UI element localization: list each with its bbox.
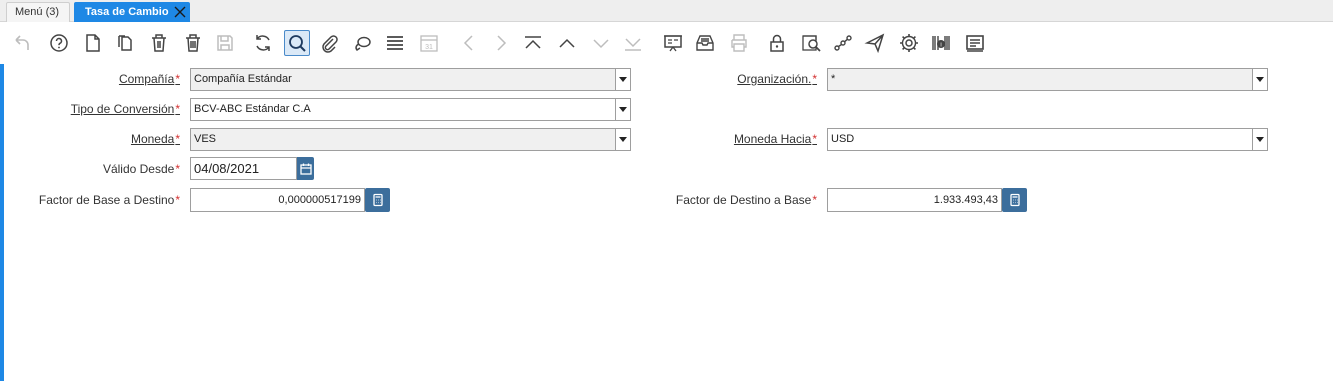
required-marker: * [175,102,180,116]
compania-label-text: Compañía [118,72,175,86]
tipo-conversion-field[interactable]: BCV-ABC Estándar C.A [190,98,631,121]
print-icon[interactable] [726,30,752,56]
first-record-icon[interactable] [520,30,546,56]
factor-base-destino-label-text: Factor de Base a Destino [38,193,175,207]
svg-text:i: i [940,43,941,49]
organizacion-label-text: Organización. [737,72,812,86]
document-icon[interactable] [962,30,988,56]
process-icon[interactable] [896,30,922,56]
organizacion-field[interactable]: * [827,68,1268,91]
required-marker: * [175,162,180,176]
workflow-icon[interactable] [830,30,856,56]
new-record-icon[interactable] [80,30,106,56]
required-marker: * [812,193,817,207]
toolbar: 31 i [0,22,1333,64]
compania-field[interactable]: Compañía Estándar [190,68,631,91]
save-icon[interactable] [212,30,238,56]
moneda-value: VES [194,133,217,145]
refresh-icon[interactable] [250,30,276,56]
undo-icon[interactable] [8,30,34,56]
attachment-icon[interactable] [316,30,342,56]
left-accent-bar [0,64,4,381]
factor-base-destino-input[interactable]: 0,000000517199 [190,188,365,212]
factor-destino-base-value: 1.933.493,43 [933,194,998,206]
factor-base-destino-value: 0,000000517199 [278,194,361,206]
send-icon[interactable] [862,30,888,56]
chevron-down-icon[interactable] [615,129,630,150]
valido-desde-value: 04/08/2021 [194,161,260,176]
chevron-down-icon[interactable] [1252,129,1267,150]
required-marker: * [812,132,817,146]
chevron-down-icon[interactable] [1252,69,1267,90]
delete-icon[interactable] [146,30,172,56]
lock-icon[interactable] [764,30,790,56]
archive-icon[interactable] [692,30,718,56]
moneda-hacia-field[interactable]: USD [827,128,1268,151]
required-marker: * [175,132,180,146]
moneda-label-text: Moneda [130,132,175,146]
help-icon[interactable] [46,30,72,56]
date-picker-button[interactable] [297,157,314,180]
product-info-icon[interactable]: i [928,30,954,56]
next-record-icon[interactable] [588,30,614,56]
chat-icon[interactable] [350,30,376,56]
valido-desde-label: Válido Desde* [20,159,180,179]
delete-selection-icon[interactable] [180,30,206,56]
zoom-across-icon[interactable] [798,30,824,56]
valido-desde-label-text: Válido Desde [102,162,175,176]
tab-menu[interactable]: Menú (3) [6,2,70,22]
calculator-button[interactable] [365,188,390,212]
svg-text:31: 31 [425,44,433,51]
organizacion-value: * [831,73,836,85]
calculator-icon [372,193,383,207]
tipo-conversion-label-text: Tipo de Conversión [70,102,175,116]
factor-destino-base-label-text: Factor de Destino a Base [675,193,812,207]
find-icon[interactable] [284,30,310,56]
last-record-icon[interactable] [620,30,646,56]
moneda-hacia-label-text: Moneda Hacia [733,132,812,146]
tab-tasa-de-cambio[interactable]: Tasa de Cambio [74,2,190,22]
compania-value: Compañía Estándar [194,73,292,85]
tipo-conversion-value: BCV-ABC Estándar C.A [194,103,311,115]
moneda-hacia-value: USD [831,133,855,145]
moneda-label[interactable]: Moneda* [20,129,180,149]
tipo-conversion-label[interactable]: Tipo de Conversión* [20,99,180,119]
prev-icon[interactable] [456,30,482,56]
next-icon[interactable] [488,30,514,56]
chevron-down-icon[interactable] [615,99,630,120]
close-icon[interactable] [173,5,187,19]
tab-bar: Menú (3) Tasa de Cambio [0,0,1333,22]
moneda-field[interactable]: VES [190,128,631,151]
tab-label: Tasa de Cambio [85,6,169,18]
factor-base-destino-label: Factor de Base a Destino* [20,190,180,210]
factor-destino-base-label: Factor de Destino a Base* [640,190,817,210]
moneda-hacia-label[interactable]: Moneda Hacia* [640,129,817,149]
factor-destino-base-input[interactable]: 1.933.493,43 [827,188,1002,212]
required-marker: * [812,72,817,86]
calendar-icon[interactable]: 31 [416,30,442,56]
toggle-grid-icon[interactable] [382,30,408,56]
copy-record-icon[interactable] [112,30,138,56]
organizacion-label[interactable]: Organización.* [640,69,817,89]
calculator-icon [1009,193,1020,207]
valido-desde-input[interactable]: 04/08/2021 [190,157,297,180]
required-marker: * [175,193,180,207]
calculator-button[interactable] [1002,188,1027,212]
previous-record-icon[interactable] [554,30,580,56]
required-marker: * [175,72,180,86]
chevron-down-icon[interactable] [615,69,630,90]
compania-label[interactable]: Compañía* [20,69,180,89]
report-icon[interactable] [660,30,686,56]
calendar-icon [299,163,312,175]
